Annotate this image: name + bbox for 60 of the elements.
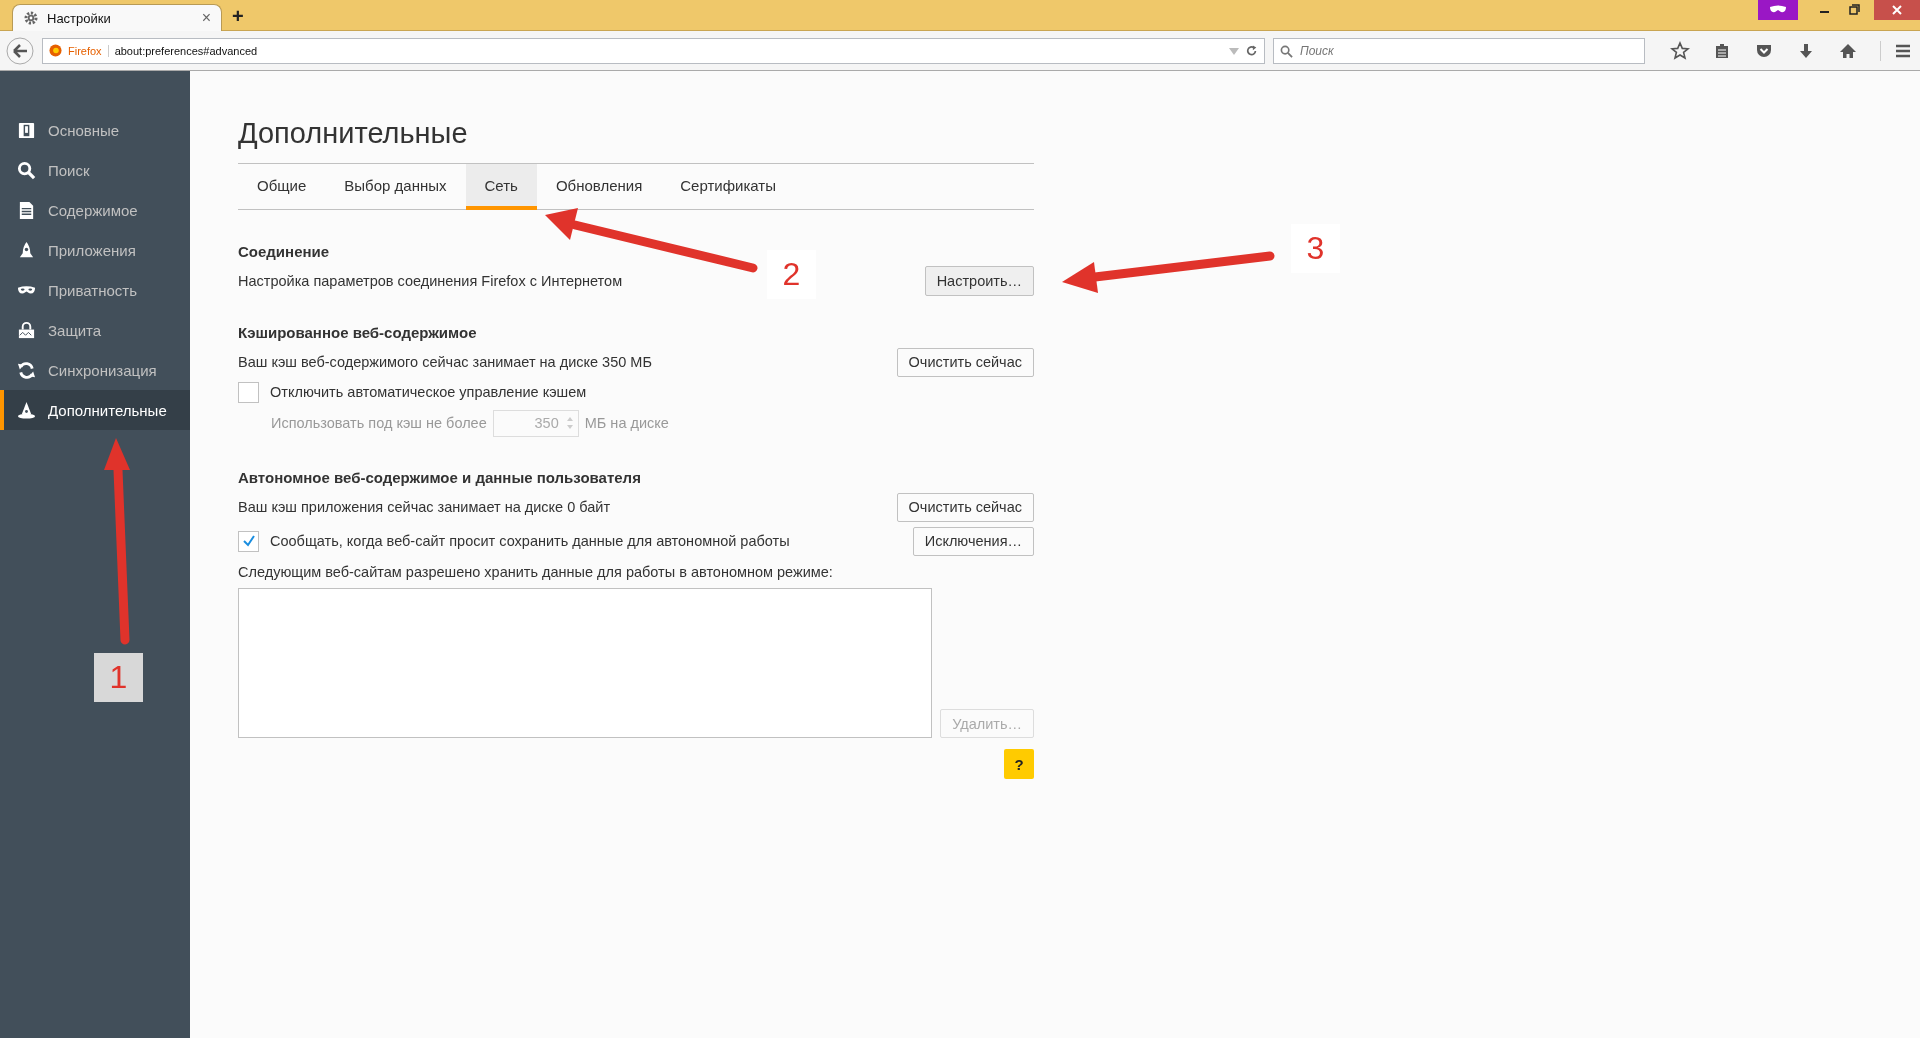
gear-icon bbox=[23, 10, 39, 26]
sidebar-item[interactable]: Основные bbox=[0, 110, 190, 150]
close-icon[interactable] bbox=[1874, 0, 1920, 20]
sidebar-item[interactable]: Приложения bbox=[0, 230, 190, 270]
sidebar-item[interactable]: Синхронизация bbox=[0, 350, 190, 390]
rocket-icon bbox=[17, 240, 36, 260]
checkbox[interactable] bbox=[238, 381, 259, 403]
search-icon bbox=[1280, 44, 1293, 58]
lock-icon bbox=[17, 320, 36, 340]
annotation-number: 2 bbox=[767, 250, 816, 299]
sidebar-item[interactable]: Поиск bbox=[0, 150, 190, 190]
mask-icon bbox=[1758, 0, 1798, 20]
document-icon bbox=[17, 200, 36, 220]
tab[interactable]: Обновления bbox=[536, 164, 662, 210]
sidebar-item[interactable]: Дополнительные bbox=[0, 390, 190, 430]
page-title: Дополнительные bbox=[238, 117, 469, 150]
sidebar-item[interactable]: Защита bbox=[0, 310, 190, 350]
list-label: Следующим веб-сайтам разрешено хранить данные для работы в автономном режиме: bbox=[238, 564, 834, 580]
new-tab-button[interactable]: + bbox=[232, 5, 244, 28]
back-button[interactable] bbox=[6, 36, 34, 65]
section-heading: Кэшированное веб-содержимое bbox=[238, 324, 478, 341]
help-button[interactable]: ? bbox=[1004, 749, 1034, 779]
tab[interactable]: Общие bbox=[238, 164, 326, 210]
cache-limit-label: Использовать под кэш не более bbox=[271, 415, 487, 431]
annotation-number: 1 bbox=[94, 653, 143, 702]
section-heading: Автономное веб-содержимое и данные пользователя bbox=[238, 469, 642, 486]
star-icon[interactable] bbox=[1670, 40, 1690, 61]
clear-button[interactable]: Очистить сейчас bbox=[896, 347, 1034, 377]
browser-tab[interactable]: Настройки × bbox=[12, 4, 222, 31]
url-text: about:preferences#advanced bbox=[114, 44, 258, 57]
checkbox[interactable] bbox=[238, 530, 259, 552]
settings-button[interactable]: Настроить… bbox=[924, 266, 1034, 296]
cache-usage-text: Ваш кэш веб-содержимого сейчас занимает на диске 350 МБ bbox=[238, 354, 652, 370]
tab[interactable]: Выбор данных bbox=[325, 164, 466, 210]
search-field[interactable]: Поиск bbox=[1273, 37, 1645, 64]
tab[interactable]: Сертификаты bbox=[661, 164, 795, 210]
clear-button[interactable]: Очистить сейчас bbox=[896, 492, 1034, 522]
section-heading: Соединение bbox=[238, 243, 331, 260]
description-text: Настройка параметров соединения Firefox с Интернетом bbox=[238, 273, 623, 289]
tab-title: Настройки bbox=[47, 10, 112, 26]
tab[interactable]: Сеть bbox=[465, 164, 537, 210]
app-cache-usage-text: Ваш кэш приложения сейчас занимает на диске 0 байт bbox=[238, 499, 611, 515]
reload-icon[interactable] bbox=[1246, 44, 1258, 57]
checkmark-icon bbox=[241, 534, 256, 548]
sidebar-item[interactable]: Содержимое bbox=[0, 190, 190, 230]
site-identity: Firefox bbox=[68, 44, 109, 57]
close-tab-button[interactable]: × bbox=[201, 9, 211, 27]
sync-icon bbox=[17, 360, 36, 380]
exceptions-button[interactable]: Исключения… bbox=[912, 526, 1034, 556]
search-icon bbox=[17, 160, 36, 180]
checkbox-label: Отключить автоматическое управление кэшем bbox=[270, 384, 587, 400]
firefox-logo-icon bbox=[49, 44, 62, 57]
checkbox-label: Сообщать, когда веб-сайт просит сохранить данные для автономной работы bbox=[270, 533, 790, 549]
url-field[interactable]: Firefox about:preferences#advanced bbox=[42, 37, 1265, 64]
menu-icon[interactable] bbox=[1880, 40, 1913, 61]
unit-label: МБ на диске bbox=[584, 415, 669, 431]
panel-icon bbox=[17, 120, 36, 140]
hat-icon bbox=[17, 400, 36, 420]
sidebar-item[interactable]: Приватность bbox=[0, 270, 190, 310]
annotation-number: 3 bbox=[1291, 224, 1340, 273]
